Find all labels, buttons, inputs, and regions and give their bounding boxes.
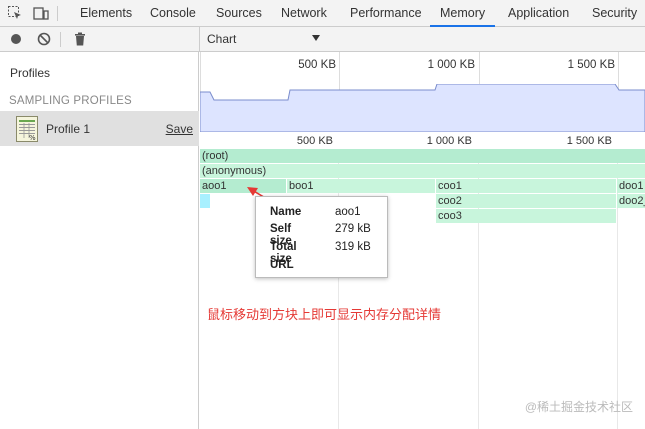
tooltip-value: 319 kB <box>335 241 371 253</box>
watermark: @稀土掘金技术社区 <box>524 400 633 414</box>
tooltip-key: Name <box>270 206 302 218</box>
tooltip-key: URL <box>270 259 294 271</box>
tooltip-value: aoo1 <box>335 206 361 218</box>
allocation-tooltip: Name aoo1 Self size 279 kB Total size 31… <box>255 196 388 278</box>
tooltip-value: 279 kB <box>335 223 371 235</box>
annotation-text: 鼠标移动到方块上即可显示内存分配详情 <box>207 307 442 322</box>
